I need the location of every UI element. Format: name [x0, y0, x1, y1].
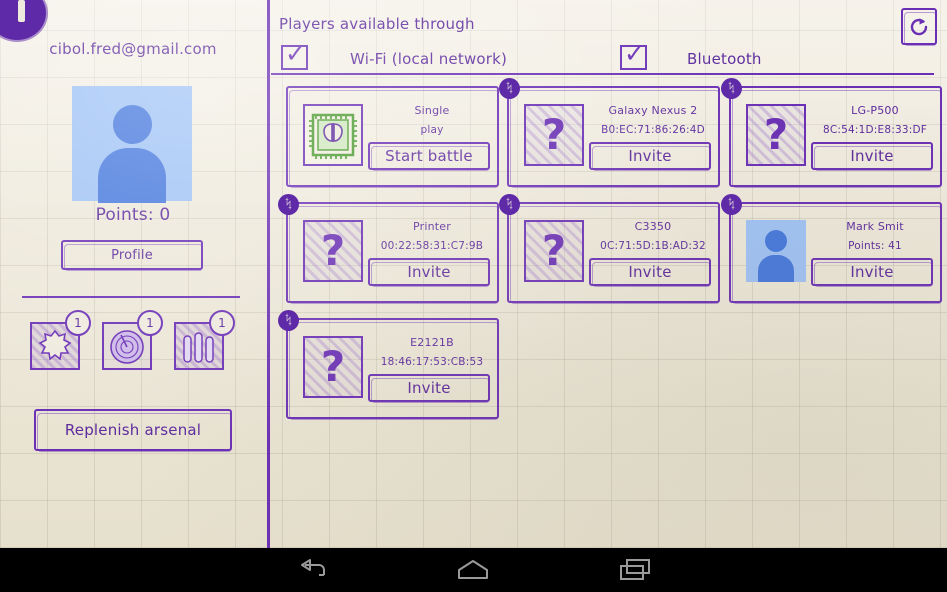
- card-title: Printer: [368, 220, 496, 233]
- unknown-player-icon: ?: [524, 220, 584, 282]
- refresh-button[interactable]: [901, 8, 937, 45]
- unknown-player-icon: ?: [303, 336, 363, 398]
- card-subtitle: 00:22:58:31:C7:9B: [366, 240, 498, 252]
- arsenal-item-missiles[interactable]: 1: [174, 316, 226, 368]
- bluetooth-checkbox[interactable]: ✓: [620, 45, 647, 70]
- avatar-body-icon: [98, 148, 166, 203]
- back-arrow-icon: [298, 557, 328, 583]
- check-icon: ✓: [624, 41, 645, 66]
- bluetooth-icon: ᛪ: [278, 194, 299, 215]
- unknown-player-icon: ?: [303, 220, 363, 282]
- bluetooth-label: Bluetooth: [687, 50, 762, 68]
- unknown-player-icon: ?: [524, 104, 584, 166]
- bluetooth-icon: ᛪ: [499, 78, 520, 99]
- card-lg-p500[interactable]: ᛪ ? LG-P500 8C:54:1D:E8:33:DF Invite: [729, 86, 942, 187]
- check-icon: ✓: [285, 41, 306, 66]
- wifi-checkbox[interactable]: ✓: [281, 45, 308, 70]
- card-title: E2121B: [368, 336, 496, 349]
- info-icon-stem: [18, 0, 25, 22]
- wifi-label: Wi-Fi (local network): [350, 50, 507, 68]
- card-subtitle: Points: 41: [809, 240, 941, 252]
- card-mark-smit[interactable]: ᛪ Mark Smit Points: 41 Invite: [729, 202, 942, 303]
- refresh-icon: [907, 15, 931, 39]
- card-printer[interactable]: ᛪ ? Printer 00:22:58:31:C7:9B Invite: [286, 202, 499, 303]
- card-title: Galaxy Nexus 2: [589, 104, 717, 117]
- recent-apps-button[interactable]: [590, 548, 680, 592]
- home-button[interactable]: [428, 548, 518, 592]
- invite-button[interactable]: Invite: [368, 374, 490, 402]
- recent-apps-icon: [618, 557, 652, 583]
- card-title: Single: [368, 104, 496, 117]
- card-subtitle: 0C:71:5D:1B:AD:32: [587, 240, 719, 252]
- invite-button[interactable]: Invite: [368, 258, 490, 286]
- account-email: cibol.fred@gmail.com: [0, 40, 266, 58]
- header-rule: [271, 73, 934, 75]
- invite-button[interactable]: Invite: [589, 258, 711, 286]
- card-subtitle: B0:EC:71:86:26:4D: [587, 124, 719, 136]
- ai-chip-brain-icon: [303, 104, 363, 166]
- card-title: Mark Smit: [811, 220, 939, 233]
- unknown-player-icon: ?: [746, 104, 806, 166]
- page-title: Players available through: [279, 15, 475, 33]
- person-avatar-icon: [746, 220, 806, 282]
- card-c3350[interactable]: ᛪ ? C3350 0C:71:5D:1B:AD:32 Invite: [507, 202, 720, 303]
- card-subtitle: play: [366, 124, 498, 136]
- bluetooth-icon: ᛪ: [278, 310, 299, 331]
- invite-button[interactable]: Invite: [811, 258, 933, 286]
- card-single-play[interactable]: Single play Start battle: [286, 86, 499, 187]
- replenish-arsenal-button[interactable]: Replenish arsenal: [34, 409, 232, 451]
- avatar-head-icon: [113, 105, 152, 144]
- arsenal-item-mine[interactable]: 1: [30, 316, 82, 368]
- card-title: LG-P500: [811, 104, 939, 117]
- start-battle-button[interactable]: Start battle: [368, 142, 490, 170]
- avatar: [72, 86, 192, 201]
- sidebar-divider: [22, 296, 240, 298]
- bluetooth-icon: ᛪ: [721, 78, 742, 99]
- avatar-head-icon: [765, 230, 787, 252]
- card-subtitle: 8C:54:1D:E8:33:DF: [809, 124, 941, 136]
- card-e2121b[interactable]: ᛪ ? E2121B 18:46:17:53:CB:53 Invite: [286, 318, 499, 419]
- panel-divider: [267, 0, 270, 548]
- avatar-body-icon: [758, 255, 794, 282]
- bluetooth-icon: ᛪ: [499, 194, 520, 215]
- card-galaxy-nexus-2[interactable]: ᛪ ? Galaxy Nexus 2 B0:EC:71:86:26:4D Inv…: [507, 86, 720, 187]
- card-title: C3350: [589, 220, 717, 233]
- arsenal-item-radar[interactable]: 1: [102, 316, 154, 368]
- arsenal-count-badge: 1: [65, 310, 91, 336]
- home-icon: [456, 558, 490, 582]
- arsenal-count-badge: 1: [209, 310, 235, 336]
- points-label: Points: 0: [0, 205, 266, 225]
- back-button[interactable]: [268, 548, 358, 592]
- arsenal-count-badge: 1: [137, 310, 163, 336]
- invite-button[interactable]: Invite: [811, 142, 933, 170]
- android-navigation-bar: [0, 548, 947, 592]
- invite-button[interactable]: Invite: [589, 142, 711, 170]
- profile-button[interactable]: Profile: [61, 240, 203, 270]
- bluetooth-icon: ᛪ: [721, 194, 742, 215]
- app-screen: cibol.fred@gmail.com Points: 0 Profile 1: [0, 0, 947, 548]
- arsenal-list: 1 1: [30, 316, 240, 380]
- sidebar: cibol.fred@gmail.com Points: 0 Profile 1: [0, 0, 266, 548]
- card-subtitle: 18:46:17:53:CB:53: [366, 356, 498, 368]
